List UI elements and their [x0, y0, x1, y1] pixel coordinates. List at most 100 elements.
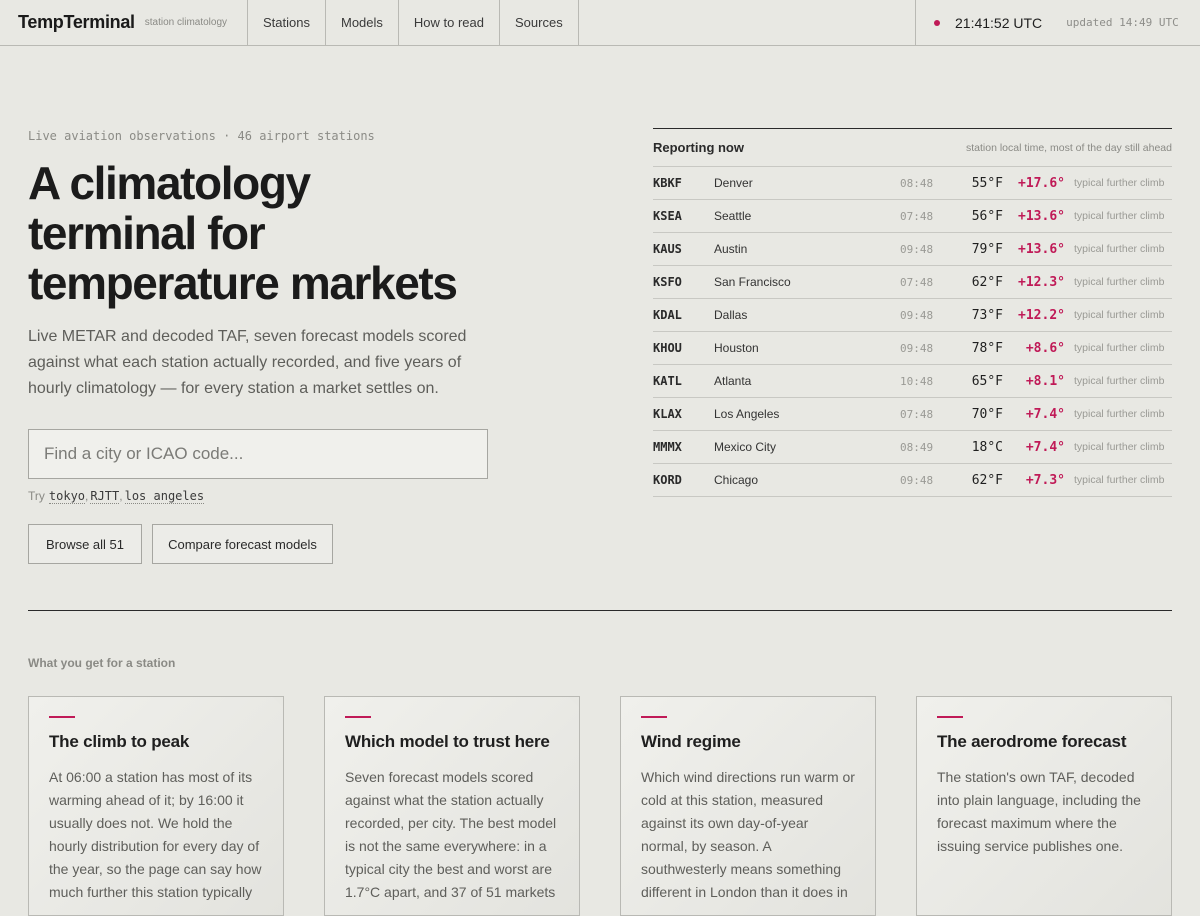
station-temp: 70°F	[971, 406, 1003, 422]
suggestion-los-angeles[interactable]: los angeles	[124, 489, 205, 504]
station-city: Dallas	[714, 308, 748, 322]
station-code: KBKF	[653, 176, 682, 190]
climb-label: typical further climb	[1074, 210, 1165, 222]
nav-sources[interactable]: Sources	[500, 0, 579, 45]
hero-kicker: Live aviation observations · 46 airport …	[28, 129, 375, 143]
station-climb: +17.6°	[1018, 175, 1065, 191]
station-row-kaus[interactable]: KAUS Austin 09:48 79°F +13.6° typical further…	[653, 233, 1172, 266]
station-city: Houston	[714, 341, 759, 355]
compare-models-button[interactable]: Compare forecast models	[152, 524, 333, 564]
station-row-mmmx[interactable]: MMMX Mexico City 08:49 18°C +7.4° typical fur…	[653, 431, 1172, 464]
climb-label: typical further climb	[1074, 309, 1165, 321]
station-local-time: 09:48	[900, 473, 934, 487]
feature-card-models[interactable]: Which model to trust here Seven forecast…	[324, 696, 580, 916]
station-climb: +8.6°	[1025, 340, 1065, 356]
station-climb: +7.4°	[1025, 439, 1065, 455]
card-accent	[49, 716, 75, 718]
station-row-kord[interactable]: KORD Chicago 09:48 62°F +7.3° typical further…	[653, 464, 1172, 497]
card-title: The aerodrome forecast	[937, 732, 1127, 751]
nav-stations[interactable]: Stations	[248, 0, 326, 45]
station-temp: 79°F	[971, 241, 1003, 257]
live-status-dot	[934, 19, 940, 26]
card-body: At 06:00 a station has most of its warmi…	[49, 769, 262, 900]
card-title: Which model to trust here	[345, 732, 550, 751]
station-code: KAUS	[653, 242, 682, 256]
station-temp: 62°F	[971, 274, 1003, 290]
feature-card-climb[interactable]: The climb to peak At 06:00 a station has…	[28, 696, 284, 916]
station-local-time: 08:49	[900, 440, 934, 454]
station-climb: +13.6°	[1018, 208, 1065, 224]
station-row-ksea[interactable]: KSEA Seattle 07:48 56°F +13.6° typical furthe…	[653, 200, 1172, 233]
climb-label: typical further climb	[1074, 243, 1165, 255]
reporting-title: Reporting now	[653, 140, 744, 155]
suggestion-rjtt[interactable]: RJTT	[90, 489, 120, 504]
nav-models[interactable]: Models	[326, 0, 399, 45]
station-city: Atlanta	[714, 374, 752, 388]
station-temp: 78°F	[971, 340, 1003, 356]
search-input[interactable]: Find a city or ICAO code...	[28, 429, 488, 479]
station-row-khou[interactable]: KHOU Houston 09:48 78°F +8.6° typical further…	[653, 332, 1172, 365]
station-local-time: 10:48	[900, 374, 934, 388]
try-label: Try	[28, 489, 45, 503]
station-temp: 65°F	[971, 373, 1003, 389]
station-local-time: 07:48	[900, 209, 934, 223]
station-local-time: 07:48	[900, 407, 934, 421]
station-local-time: 09:48	[900, 308, 934, 322]
station-row-ksfo[interactable]: KSFO San Francisco 07:48 62°F +12.3° typical …	[653, 266, 1172, 299]
updated-time: updated 14:49 UTC	[1066, 16, 1179, 29]
utc-clock: 21:41:52 UTC	[955, 14, 1043, 31]
station-code: KLAX	[653, 407, 682, 421]
station-climb: +7.4°	[1025, 406, 1065, 422]
card-accent	[345, 716, 371, 718]
station-temp: 62°F	[971, 472, 1003, 488]
station-code: MMMX	[653, 440, 682, 454]
station-code: KSFO	[653, 275, 682, 289]
station-city: San Francisco	[714, 275, 791, 289]
suggestion-tokyo[interactable]: tokyo	[48, 489, 86, 504]
station-city: Denver	[714, 176, 753, 190]
station-row-katl[interactable]: KATL Atlanta 10:48 65°F +8.1° typical further…	[653, 365, 1172, 398]
station-local-time: 09:48	[900, 341, 934, 355]
station-city: Mexico City	[714, 440, 777, 454]
station-city: Los Angeles	[714, 407, 780, 421]
hero-description: Live METAR and decoded TAF, seven foreca…	[28, 328, 467, 397]
features-section-title: What you get for a station	[28, 656, 176, 670]
card-body: The station's own TAF, decoded into plai…	[937, 769, 1141, 854]
card-accent	[937, 716, 963, 718]
station-row-klax[interactable]: KLAX Los Angeles 07:48 70°F +7.4° typical fur…	[653, 398, 1172, 431]
station-code: KHOU	[653, 341, 682, 355]
card-title: The climb to peak	[49, 732, 190, 751]
station-local-time: 08:48	[900, 176, 934, 190]
station-local-time: 09:48	[900, 242, 934, 256]
reporting-note: station local time, most of the day stil…	[965, 141, 1172, 154]
feature-card-wind[interactable]: Wind regime Which wind directions run wa…	[620, 696, 876, 916]
station-row-kbkf[interactable]: KBKF Denver 08:48 55°F +17.6° typical further…	[653, 167, 1172, 200]
section-divider	[28, 610, 1172, 611]
station-code: KDAL	[653, 308, 682, 322]
brand-name[interactable]: TempTerminal	[18, 12, 135, 33]
station-city: Seattle	[714, 209, 752, 223]
browse-all-button[interactable]: Browse all 51	[28, 524, 142, 564]
station-local-time: 07:48	[900, 275, 934, 289]
climb-label: typical further climb	[1074, 441, 1165, 453]
station-climb: +12.3°	[1018, 274, 1065, 290]
feature-card-taf[interactable]: The aerodrome forecast The station's own…	[916, 696, 1172, 916]
reporting-header: Reporting now station local time, most o…	[653, 129, 1172, 167]
station-row-kdal[interactable]: KDAL Dallas 09:48 73°F +12.2° typical further…	[653, 299, 1172, 332]
brand[interactable]: TempTerminal station climatology	[0, 0, 248, 45]
card-title: Wind regime	[641, 732, 741, 751]
nav-how-to-read[interactable]: How to read	[399, 0, 500, 45]
station-city: Chicago	[714, 473, 759, 487]
climb-label: typical further climb	[1074, 408, 1165, 420]
station-climb: +7.3°	[1025, 472, 1065, 488]
page-title: A climatology terminal for temperature m…	[28, 157, 458, 309]
station-temp: 73°F	[971, 307, 1003, 323]
top-bar: TempTerminal station climatology Station…	[0, 0, 1200, 46]
station-city: Austin	[714, 242, 748, 256]
station-code: KSEA	[653, 209, 682, 223]
climb-label: typical further climb	[1074, 177, 1165, 189]
climb-label: typical further climb	[1074, 474, 1165, 486]
climb-label: typical further climb	[1074, 342, 1165, 354]
station-code: KORD	[653, 473, 682, 487]
